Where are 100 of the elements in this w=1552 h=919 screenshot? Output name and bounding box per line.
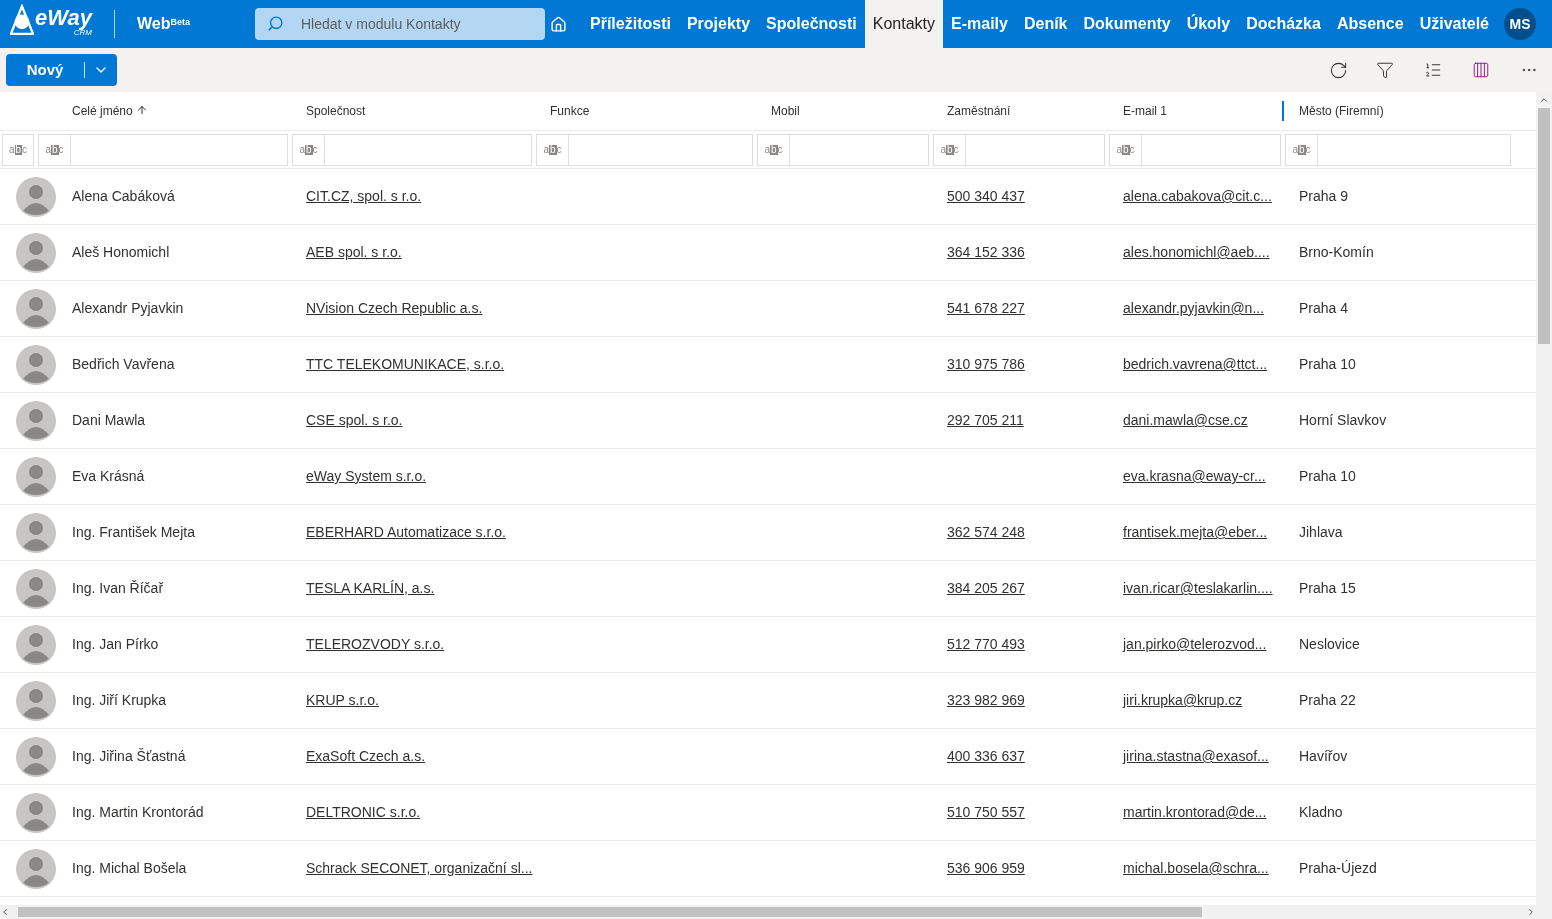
nav-tab[interactable]: Uživatelé — [1411, 0, 1497, 48]
email-link[interactable]: jan.pirko@telerozvod... — [1123, 636, 1267, 652]
city-text: Praha 22 — [1299, 692, 1356, 708]
scrollbar-thumb[interactable] — [18, 907, 1202, 917]
contact-name: Ing. Martin Krontorád — [72, 804, 204, 820]
email-link[interactable]: dani.mawla@cse.cz — [1123, 412, 1248, 428]
company-link[interactable]: KRUP s.r.o. — [306, 692, 379, 708]
refresh-icon[interactable] — [1329, 60, 1348, 80]
scrollbar-thumb[interactable] — [1538, 108, 1550, 344]
company-link[interactable]: NVision Czech Republic a.s. — [306, 300, 483, 316]
logo-subtitle: CRM — [73, 29, 92, 37]
company-link[interactable]: eWay System s.r.o. — [306, 468, 427, 484]
filter-field[interactable]: abc — [1109, 133, 1281, 166]
email-link[interactable]: jiri.krupka@krup.cz — [1123, 692, 1243, 708]
list-icon[interactable] — [1424, 61, 1442, 79]
user-avatar[interactable]: MS — [1504, 8, 1536, 40]
company-link[interactable]: CIT.CZ, spol. s r.o. — [306, 188, 422, 204]
column-header[interactable]: Společnost — [306, 102, 366, 120]
avatar-silhouette-icon — [16, 624, 56, 665]
email-link[interactable]: martin.krontorad@de... — [1123, 804, 1267, 820]
nav-tab[interactable]: Příležitosti — [582, 0, 679, 48]
nav-tab[interactable]: Absence — [1328, 0, 1412, 48]
city-text: Brno-Komín — [1299, 244, 1374, 260]
product-name: Web$^{Beta}$ — [137, 14, 191, 34]
city-text: Horní Slavkov — [1299, 412, 1387, 428]
search-field[interactable]: Hledat v modulu Kontakty — [255, 8, 545, 40]
city-text: Praha 4 — [1299, 300, 1349, 316]
phone-link[interactable]: 310 975 786 — [947, 356, 1025, 372]
phone-link[interactable]: 512 770 493 — [947, 636, 1025, 652]
phone-link[interactable]: 323 982 969 — [947, 692, 1025, 708]
nav-tab[interactable]: Deník — [1015, 0, 1076, 48]
email-link[interactable]: ivan.ricar@teslakarlin.... — [1123, 580, 1273, 596]
nav-tab[interactable]: Kontakty — [864, 0, 943, 48]
avatar-silhouette-icon — [16, 176, 56, 217]
company-link[interactable]: EBERHARD Automatizace s.r.o. — [306, 524, 506, 540]
email-link[interactable]: jirina.stastna@exasof... — [1123, 748, 1269, 764]
email-link[interactable]: michal.bosela@schra... — [1123, 860, 1269, 876]
scroll-left-icon[interactable] — [0, 907, 10, 917]
horizontal-scrollbar[interactable] — [0, 905, 1536, 919]
avatar-silhouette-icon — [16, 456, 56, 497]
email-link[interactable]: eva.krasna@eway-cr... — [1123, 468, 1266, 484]
avatar-silhouette-icon — [16, 288, 56, 329]
city-text: Praha 9 — [1299, 188, 1349, 204]
company-link[interactable]: CSE spol. s r.o. — [306, 412, 403, 428]
nav-tab[interactable]: Úkoly — [1178, 0, 1239, 48]
column-header[interactable]: Město (Firemní) — [1299, 102, 1384, 120]
email-link[interactable]: ales.honomichl@aeb.... — [1123, 244, 1270, 260]
column-header[interactable]: Zaměstnání — [947, 102, 1011, 120]
nav-tab[interactable]: E-maily — [943, 0, 1016, 48]
phone-link[interactable]: 400 336 637 — [947, 748, 1025, 764]
search-icon — [267, 15, 284, 32]
nav-tab[interactable]: Projekty — [678, 0, 759, 48]
contact-name: Ing. Ivan Říčař — [72, 580, 164, 596]
phone-link[interactable]: 292 705 211 — [947, 412, 1024, 428]
phone-link[interactable]: 536 906 959 — [947, 860, 1025, 876]
column-header[interactable]: E-mail 1 — [1123, 102, 1167, 120]
home-icon[interactable] — [550, 15, 567, 33]
filter-field[interactable]: abc — [38, 133, 288, 166]
column-header[interactable]: Funkce — [550, 102, 590, 120]
phone-link[interactable]: 500 340 437 — [947, 188, 1025, 204]
column-header[interactable]: Mobil — [771, 102, 800, 120]
company-link[interactable]: TELEROZVODY s.r.o. — [306, 636, 445, 652]
contact-name: Ing. František Mejta — [72, 524, 195, 540]
phone-link[interactable]: 364 152 336 — [947, 244, 1025, 260]
contact-name: Alena Cabáková — [72, 188, 175, 204]
filter-icon[interactable] — [1376, 61, 1394, 79]
phone-link[interactable]: 510 750 557 — [947, 804, 1025, 820]
filter-field[interactable]: abc — [292, 133, 532, 166]
scroll-right-icon[interactable] — [1526, 907, 1536, 917]
new-button[interactable]: Nový — [6, 54, 117, 86]
company-link[interactable]: DELTRONIC s.r.o. — [306, 804, 421, 820]
filter-field[interactable]: abc — [1285, 133, 1511, 166]
company-link[interactable]: AEB spol. s r.o. — [306, 244, 402, 260]
phone-link[interactable]: 384 205 267 — [947, 580, 1025, 596]
nav-tab[interactable]: Docházka — [1238, 0, 1329, 48]
company-link[interactable]: Schrack SECONET, organizační sl... — [306, 860, 533, 876]
avatar-silhouette-icon — [16, 344, 56, 385]
city-text: Kladno — [1299, 804, 1343, 820]
phone-link[interactable]: 362 574 248 — [947, 524, 1025, 540]
columns-icon[interactable] — [1472, 61, 1490, 79]
email-link[interactable]: bedrich.vavrena@ttct... — [1123, 356, 1268, 372]
city-text: Praha-Újezd — [1299, 860, 1377, 876]
filter-field[interactable]: abc — [933, 133, 1105, 166]
phone-link[interactable]: 541 678 227 — [947, 300, 1025, 316]
vertical-scrollbar[interactable] — [1536, 92, 1552, 919]
column-header[interactable]: Celé jméno — [72, 102, 133, 120]
email-link[interactable]: frantisek.mejta@eber... — [1123, 524, 1268, 540]
company-link[interactable]: TESLA KARLÍN, a.s. — [306, 580, 435, 596]
nav-tab[interactable]: Dokumenty — [1075, 0, 1179, 48]
filter-field[interactable]: abc — [536, 133, 753, 166]
avatar-silhouette-icon — [16, 848, 56, 889]
contact-name: Dani Mawla — [72, 412, 146, 428]
scroll-up-icon[interactable] — [1539, 95, 1549, 105]
company-link[interactable]: TTC TELEKOMUNIKACE, s.r.o. — [306, 356, 505, 372]
filter-field[interactable]: abc — [2, 133, 34, 166]
email-link[interactable]: alena.cabakova@cit.c... — [1123, 188, 1272, 204]
filter-field[interactable]: abc — [757, 133, 929, 166]
email-link[interactable]: alexandr.pyjavkin@n... — [1123, 300, 1265, 316]
company-link[interactable]: ExaSoft Czech a.s. — [306, 748, 426, 764]
nav-tab[interactable]: Společnosti — [758, 0, 865, 48]
